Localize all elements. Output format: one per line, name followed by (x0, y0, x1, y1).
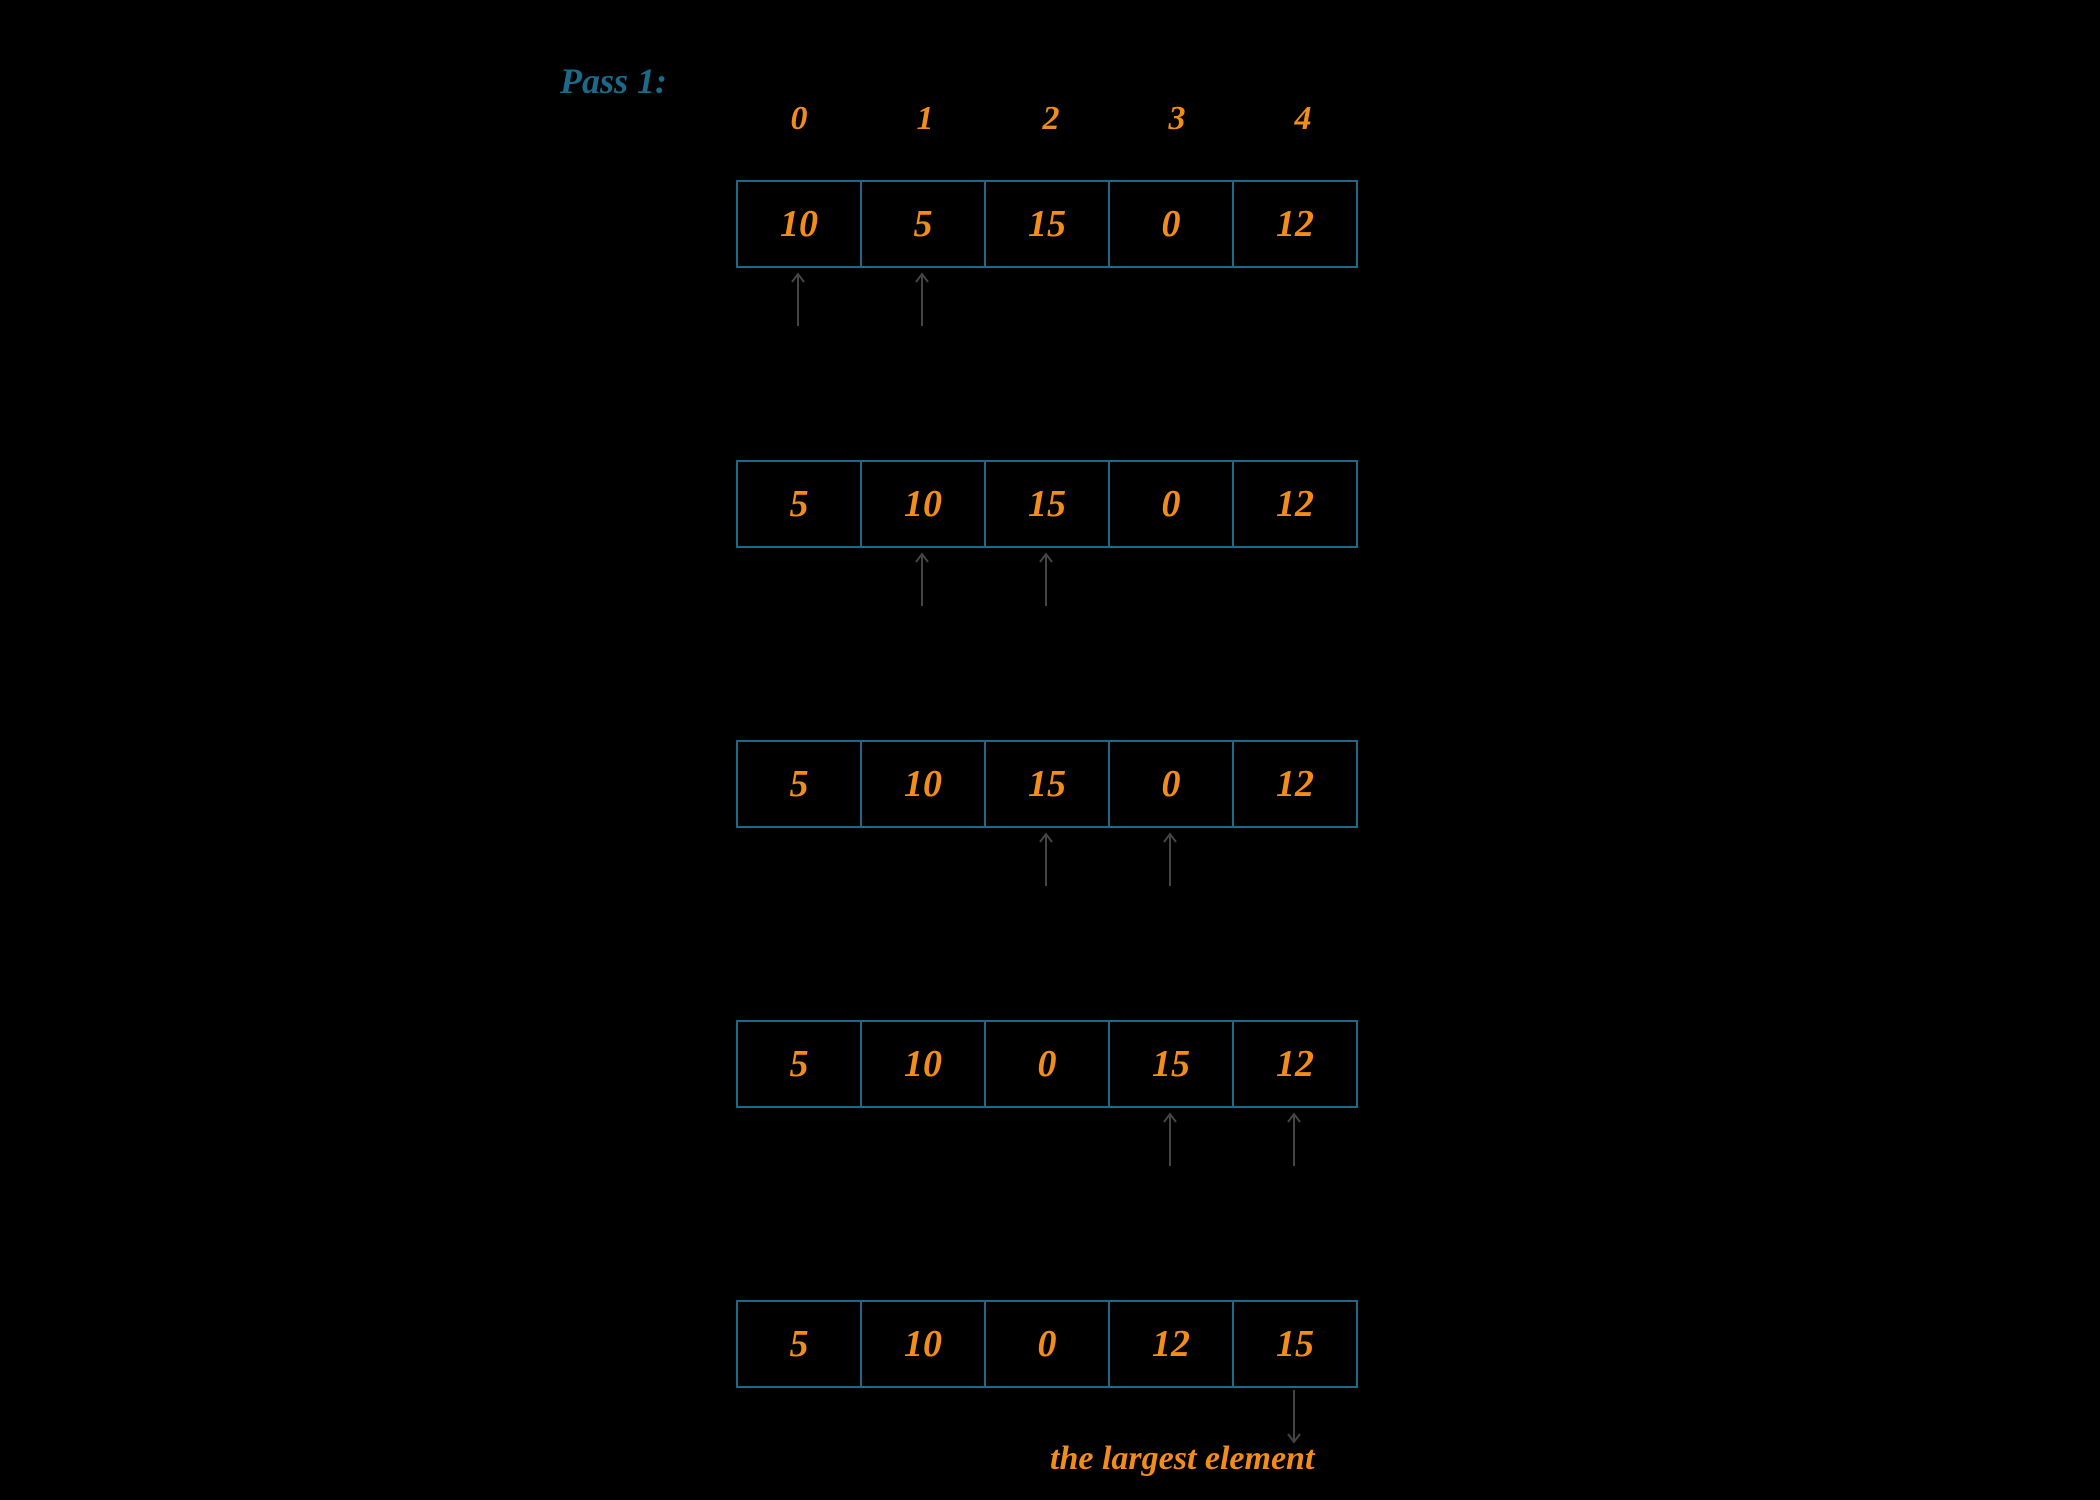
array-cell: 5 (738, 742, 862, 826)
array-cell: 5 (738, 1302, 862, 1386)
array-cell: 12 (1234, 182, 1356, 266)
array-cell: 5 (738, 462, 862, 546)
array-cell: 5 (738, 1022, 862, 1106)
arrow-up-icon (910, 268, 934, 328)
arrow-up-icon (1282, 1108, 1306, 1168)
array-cell: 0 (986, 1022, 1110, 1106)
array-cell: 15 (986, 462, 1110, 546)
arrow-up-icon (786, 268, 810, 328)
array-cell: 12 (1234, 462, 1356, 546)
largest-element-caption: the largest element (1050, 1440, 1314, 1478)
array-cell: 15 (1234, 1302, 1356, 1386)
array-row: 51015012 (736, 460, 1358, 548)
array-cell: 10 (862, 1302, 986, 1386)
arrow-down-icon (1282, 1388, 1306, 1448)
array-cell: 10 (862, 742, 986, 826)
arrow-up-icon (1034, 828, 1058, 888)
array-cell: 12 (1234, 742, 1356, 826)
array-row: 51001512 (736, 1020, 1358, 1108)
array-cell: 0 (986, 1302, 1110, 1386)
arrow-up-icon (1158, 1108, 1182, 1168)
arrow-up-icon (1158, 828, 1182, 888)
array-row: 51015012 (736, 740, 1358, 828)
index-label: 3 (1114, 100, 1240, 138)
array-cell: 15 (1110, 1022, 1234, 1106)
array-cell: 0 (1110, 462, 1234, 546)
array-cell: 10 (738, 182, 862, 266)
array-cell: 15 (986, 182, 1110, 266)
arrow-up-icon (910, 548, 934, 608)
index-label: 2 (988, 100, 1114, 138)
index-label: 4 (1240, 100, 1366, 138)
array-cell: 10 (862, 1022, 986, 1106)
array-cell: 12 (1234, 1022, 1356, 1106)
array-cell: 0 (1110, 182, 1234, 266)
index-label: 1 (862, 100, 988, 138)
pass-label: Pass 1: (560, 60, 667, 102)
array-cell: 12 (1110, 1302, 1234, 1386)
array-cell: 5 (862, 182, 986, 266)
array-cell: 10 (862, 462, 986, 546)
array-cell: 15 (986, 742, 1110, 826)
index-label: 0 (736, 100, 862, 138)
array-row: 10515012 (736, 180, 1358, 268)
index-row: 01234 (736, 100, 1366, 138)
array-cell: 0 (1110, 742, 1234, 826)
array-row: 51001215 (736, 1300, 1358, 1388)
arrow-up-icon (1034, 548, 1058, 608)
